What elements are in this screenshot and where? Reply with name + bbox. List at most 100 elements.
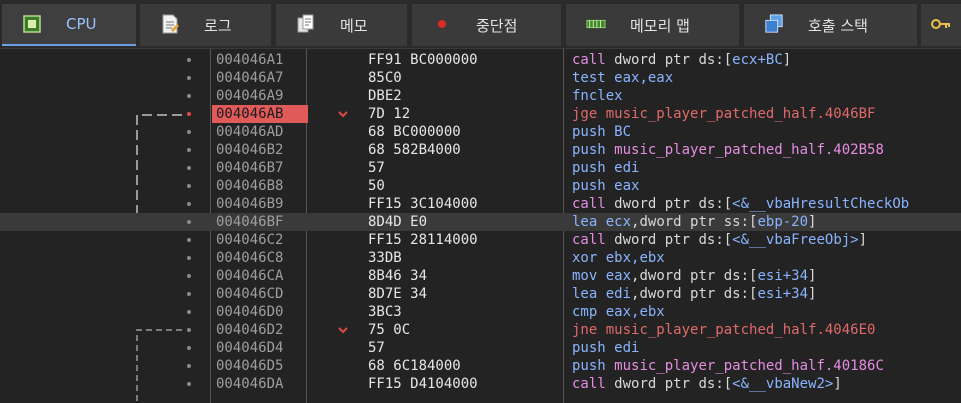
opcode-bytes: FF91 BC000000 [368, 52, 478, 68]
mnemonic: jge [572, 106, 598, 122]
breakpoint-slot[interactable] [187, 310, 191, 314]
address: 004046A7 [216, 70, 284, 86]
instruction-row[interactable]: 004046B9 FF15 3C104000 call dword ptr ds:[… [0, 195, 961, 213]
breakpoint-slot[interactable] [187, 364, 191, 368]
breakpoint-slot[interactable] [187, 328, 191, 332]
breakpoint-slot[interactable] [187, 382, 191, 386]
breakpoint-marker[interactable] [187, 112, 191, 116]
instruction-row[interactable]: 004046D0 3BC3 cmp eax,ebx [0, 303, 961, 321]
instruction-row[interactable]: 004046DA FF15 D4104000 call dword ptr ds:[… [0, 375, 961, 393]
instruction: mov eax,dword ptr ds:[esi+34] [572, 267, 816, 285]
breakpoint-slot[interactable] [187, 346, 191, 350]
call-stack-icon [764, 13, 784, 35]
breakpoint-slot[interactable] [187, 256, 191, 260]
instruction: push music_player_patched_half.402B58 [572, 141, 884, 159]
tab-label: 로그 [204, 17, 232, 35]
operand: eax [605, 268, 632, 284]
instruction-row[interactable]: 004046C2 FF15 28114000 call dword ptr ds:[… [0, 231, 961, 249]
mnemonic: call [572, 196, 606, 212]
address: 004046B9 [216, 196, 284, 212]
operand: music_player_patched_half.402B58 [614, 142, 884, 158]
operand: dword ptr [614, 196, 699, 212]
operand: :[ [740, 214, 758, 230]
tab-call-stack[interactable]: 호출 스택 [744, 4, 917, 46]
instruction: fnclex [572, 87, 623, 105]
operand: <&__vbaFreeObj> [732, 232, 859, 248]
instruction-row[interactable]: 004046CD 8D7E 34 lea edi,dword ptr ds:[esi… [0, 285, 961, 303]
instruction-row[interactable]: 004046B7 57 push edi [0, 159, 961, 177]
breakpoint-slot[interactable] [187, 292, 191, 296]
address: 004046CA [216, 268, 284, 284]
instruction-row[interactable]: 004046A1 FF91 BC000000 call dword ptr ds:[… [0, 51, 961, 69]
instruction-row[interactable]: 004046D2 75 0C jne music_player_patched_ha… [0, 321, 961, 339]
operand: ds [698, 232, 716, 248]
instruction-row[interactable]: 004046AD 68 BC000000 push BC [0, 123, 961, 141]
tab-log[interactable]: 로그 [140, 4, 271, 46]
breakpoint-slot[interactable] [187, 148, 191, 152]
address: 004046B2 [216, 142, 284, 158]
breakpoint-slot[interactable] [187, 202, 191, 206]
tab-memory-map[interactable]: 메모리 맵 [566, 4, 739, 46]
opcode-bytes: FF15 D4104000 [368, 376, 478, 392]
mnemonic: call [572, 52, 606, 68]
operand: edi [605, 286, 632, 302]
instruction-row[interactable]: 004046B8 50 push eax [0, 177, 961, 195]
tab-overflow[interactable] [921, 4, 961, 46]
operand: esi+34 [757, 268, 809, 284]
instruction-row[interactable]: 004046B2 68 582B4000 push music_player_pat… [0, 141, 961, 159]
opcode-bytes: FF15 28114000 [368, 232, 478, 248]
tab-label: CPU [66, 15, 97, 33]
mnemonic: call [572, 232, 606, 248]
instruction-row[interactable]: 004046AB 7D 12 jge music_player_patched_ha… [0, 105, 961, 123]
address: 004046A1 [216, 52, 284, 68]
breakpoint-slot[interactable] [187, 274, 191, 278]
operand: ebx,ebx [605, 250, 665, 266]
opcode-bytes: DBE2 [368, 88, 402, 104]
operand: BC [614, 124, 632, 140]
operand: :[ [715, 376, 733, 392]
instruction-row[interactable]: 004046BF 8D4D E0 lea ecx,dword ptr ss:[ebp… [0, 213, 961, 231]
address: 004046BF [216, 214, 284, 230]
instruction: push edi [572, 159, 639, 177]
instruction-row[interactable]: 004046C8 33DB xor ebx,ebx [0, 249, 961, 267]
opcode-bytes: 85C0 [368, 70, 402, 86]
opcode-bytes: 33DB [368, 250, 402, 266]
address: 004046D5 [216, 358, 284, 374]
instruction-row[interactable]: 004046CA 8B46 34 mov eax,dword ptr ds:[esi… [0, 267, 961, 285]
instruction-row[interactable]: 004046A9 DBE2 fnclex [0, 87, 961, 105]
opcode-bytes: FF15 3C104000 [368, 196, 478, 212]
opcode-bytes: 68 BC000000 [368, 124, 461, 140]
operand: ,dword ptr [631, 286, 724, 302]
operand: :[ [740, 286, 758, 302]
breakpoint-slot[interactable] [187, 220, 191, 224]
instruction-row[interactable]: 004046A7 85C0 test eax,eax [0, 69, 961, 87]
tab-cpu[interactable]: CPU [2, 4, 136, 46]
tab-notes[interactable]: 메모 [276, 4, 407, 46]
mnemonic: push [572, 358, 606, 374]
tab-label: 메모리 맵 [630, 17, 690, 35]
breakpoint-slot[interactable] [187, 94, 191, 98]
disassembly-view[interactable]: 004046A1 FF91 BC000000 call dword ptr ds :[… [0, 49, 961, 403]
breakpoint-slot[interactable] [187, 130, 191, 134]
tab-breakpoints[interactable]: 중단점 [412, 4, 561, 46]
address: 004046AD [216, 124, 284, 140]
breakpoint-slot[interactable] [187, 238, 191, 242]
instruction-row[interactable]: 004046D5 68 6C184000 push music_player_pat… [0, 357, 961, 375]
cpu-icon [22, 13, 42, 35]
address: 004046DA [216, 376, 284, 392]
breakpoint-slot[interactable] [187, 58, 191, 62]
instruction: jge music_player_patched_half.4046BF [572, 105, 875, 123]
address: 004046B8 [216, 178, 284, 194]
instruction-row[interactable]: 004046D4 57 push edi [0, 339, 961, 357]
address: 004046D2 [216, 322, 284, 338]
opcode-bytes: 8B46 34 [368, 268, 428, 284]
instruction: test eax,eax [572, 69, 673, 87]
opcode-bytes: 68 582B4000 [368, 142, 461, 158]
mnemonic: push [572, 160, 606, 176]
breakpoint-slot[interactable] [187, 166, 191, 170]
breakpoint-slot[interactable] [187, 184, 191, 188]
mnemonic: mov [572, 268, 598, 284]
operand: <&__vbaNew2> [732, 376, 834, 392]
opcode-bytes: 57 [368, 160, 385, 176]
breakpoint-slot[interactable] [187, 76, 191, 80]
